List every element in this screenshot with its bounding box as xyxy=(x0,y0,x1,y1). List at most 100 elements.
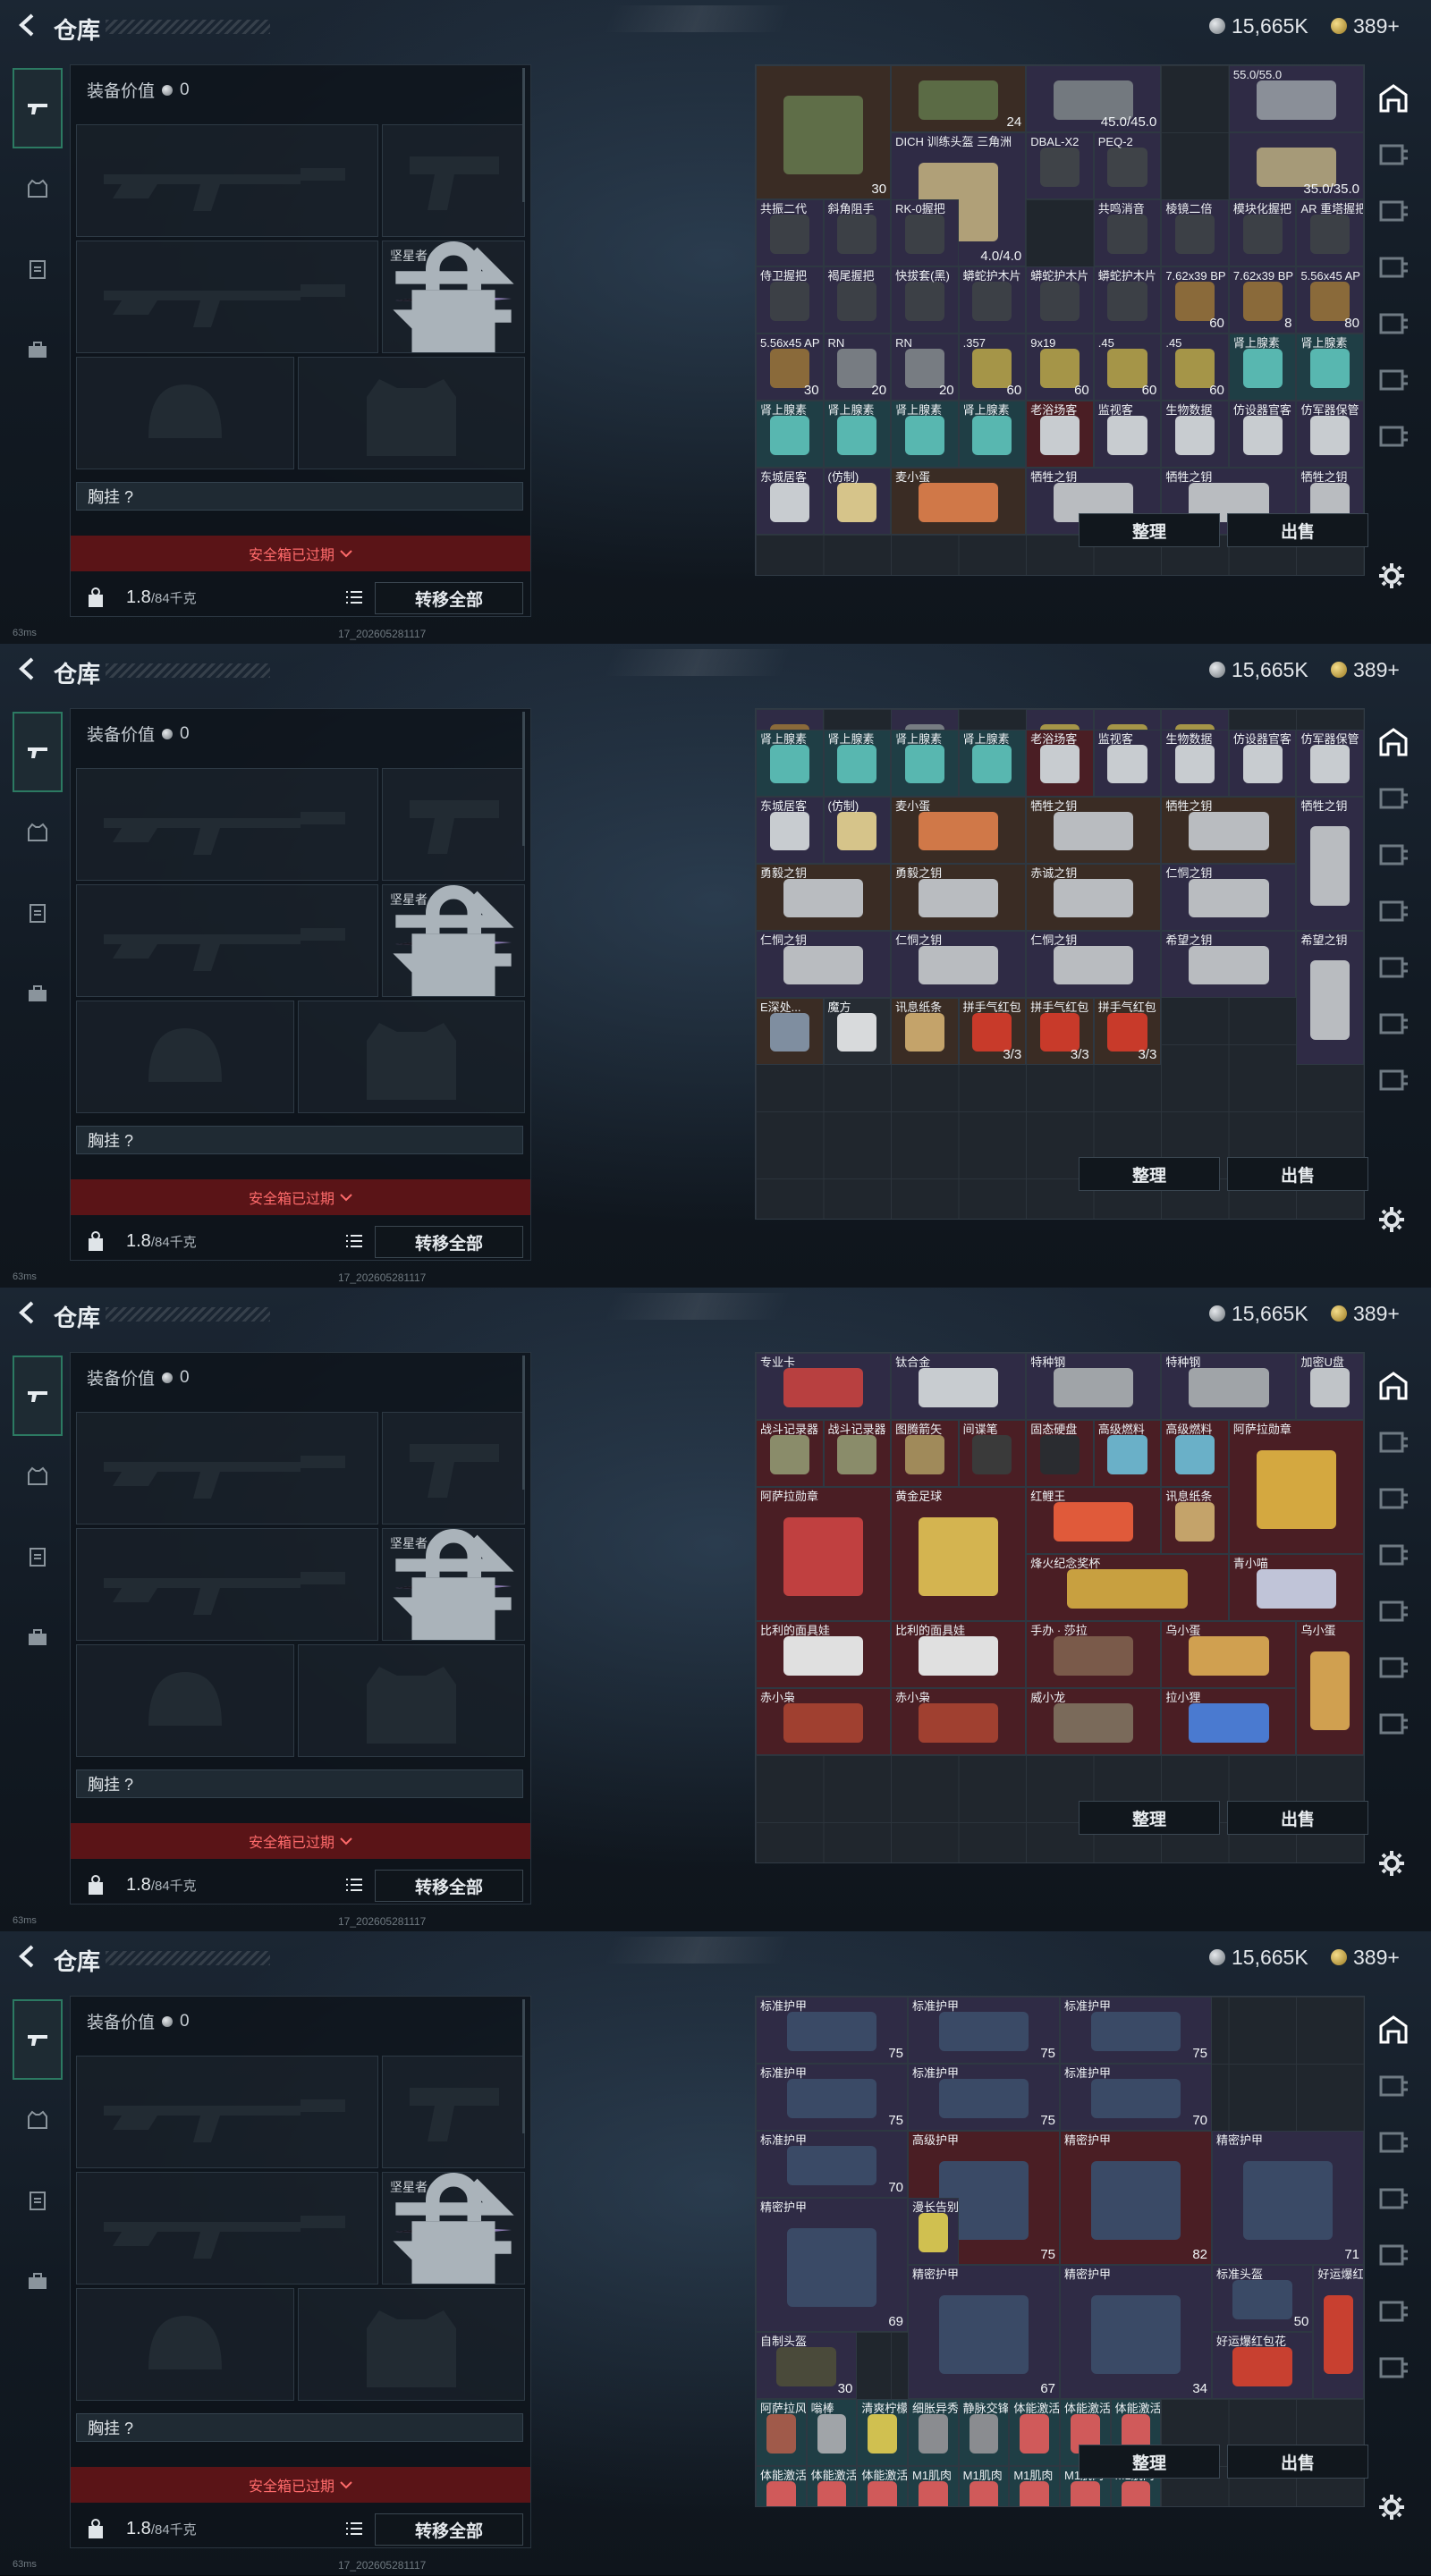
primary-weapon-slot[interactable] xyxy=(76,768,378,881)
inventory-item[interactable]: 嗡棒 xyxy=(806,2399,858,2466)
tab-bags[interactable] xyxy=(13,309,61,390)
chest-rig-slot[interactable]: 胸挂 ? xyxy=(76,1126,523,1154)
inventory-item[interactable]: 7.62x39 BP 60 xyxy=(1161,266,1229,334)
inventory-item[interactable]: 监视客 xyxy=(1093,729,1162,797)
inventory-item[interactable]: .45 60 xyxy=(1161,334,1229,401)
inventory-item[interactable]: 高级燃料 xyxy=(1161,1420,1229,1487)
tab-armor[interactable] xyxy=(13,1436,61,1516)
inventory-item[interactable]: 肾上腺素 xyxy=(1296,334,1364,401)
inventory-item[interactable]: 仁恫之钥 xyxy=(756,930,892,998)
inventory-item[interactable]: 精密护甲 34 xyxy=(1060,2265,1212,2399)
inventory-item[interactable]: 东城居客 xyxy=(756,796,824,864)
equipment-scrollbar[interactable] xyxy=(522,712,525,846)
storage-page-icon[interactable] xyxy=(1376,1706,1411,1742)
gold-currency[interactable]: 389+ xyxy=(1331,1946,1400,1969)
storage-page-icon[interactable] xyxy=(1376,1481,1411,1516)
inventory-item[interactable]: 肾上腺素 xyxy=(958,401,1027,468)
inventory-item[interactable]: 好运爆红... xyxy=(1313,2265,1364,2399)
sell-button[interactable]: 出售 xyxy=(1227,2445,1368,2479)
inventory-item[interactable]: 仿设器官客 xyxy=(1228,729,1297,797)
tab-weapons[interactable] xyxy=(13,68,63,148)
inventory-item[interactable]: 精密护甲 82 xyxy=(1060,2131,1212,2265)
inventory-item[interactable]: 细胀异秀 xyxy=(908,2399,959,2466)
inventory-item[interactable]: 模块化握把 xyxy=(1228,199,1297,266)
inventory-item[interactable]: 体能激活针 xyxy=(806,2466,858,2506)
inventory-item[interactable]: 棱镜二倍 xyxy=(1161,199,1229,266)
inventory-item[interactable]: 拼手气红包 3/3 xyxy=(1093,997,1162,1065)
inventory-item[interactable]: 5.56x45 AP 30 xyxy=(756,334,824,401)
inventory-item[interactable]: 共鸣消音 xyxy=(1093,199,1162,266)
inventory-item[interactable]: PEQ-2 xyxy=(1093,132,1162,199)
inventory-item[interactable]: 生物数据 xyxy=(1161,729,1229,797)
inventory-item[interactable]: 肾上腺素 xyxy=(891,401,959,468)
armor-slot[interactable] xyxy=(298,1644,525,1757)
inventory-item[interactable]: 图腾箭矢 xyxy=(891,1420,959,1487)
secondary-weapon-slot[interactable] xyxy=(76,241,378,353)
helmet-slot[interactable] xyxy=(76,1644,294,1757)
inventory-item[interactable]: 侍卫握把 xyxy=(756,266,824,334)
inventory-item[interactable]: DBAL-X2 xyxy=(1026,132,1094,199)
inventory-item[interactable]: M1肌肉 xyxy=(958,2466,1010,2506)
settings-gear-icon[interactable] xyxy=(1377,2493,1406,2521)
inventory-item[interactable]: 麦小蛋 xyxy=(891,796,1027,864)
storage-page-icon[interactable] xyxy=(1376,418,1411,454)
pistol-slot[interactable] xyxy=(382,124,525,237)
inventory-item[interactable]: 牺牲之钥 xyxy=(1161,796,1297,864)
melee-slot[interactable]: 坚星者 xyxy=(382,2172,525,2285)
storage-page-icon[interactable] xyxy=(1376,2350,1411,2386)
inventory-item[interactable]: E深处... xyxy=(756,997,824,1065)
list-view-button[interactable] xyxy=(341,2515,368,2542)
inventory-item[interactable]: 希望之钥 xyxy=(1296,930,1364,1065)
inventory-item[interactable]: 钛合金 xyxy=(891,1353,1027,1420)
sell-button[interactable]: 出售 xyxy=(1227,1157,1368,1191)
inventory-item[interactable]: 35.0/35.0 xyxy=(1228,132,1364,199)
inventory-item[interactable]: 加密U盘 xyxy=(1296,1353,1364,1420)
transfer-all-button[interactable]: 转移全部 xyxy=(375,1226,523,1258)
inventory-item[interactable]: 肾上腺素 xyxy=(823,401,892,468)
inventory-item[interactable]: 老浴场客 xyxy=(1026,729,1094,797)
gold-currency[interactable]: 389+ xyxy=(1331,658,1400,681)
storage-page-icon[interactable] xyxy=(1376,193,1411,229)
transfer-all-button[interactable]: 转移全部 xyxy=(375,1870,523,1902)
inventory-item[interactable]: 希望之钥 xyxy=(1161,930,1297,998)
inventory-item[interactable]: 仁恫之钥 xyxy=(891,930,1027,998)
pistol-slot[interactable] xyxy=(382,768,525,881)
inventory-item[interactable]: M1肌肉 xyxy=(1009,2466,1060,2506)
inventory-item[interactable]: 拉小狸 xyxy=(1161,1688,1297,1755)
inventory-item[interactable]: 魔方 xyxy=(823,997,892,1065)
inventory-item[interactable]: 勇毅之钥 xyxy=(756,863,892,931)
inventory-item[interactable]: 烽火纪念奖杯 xyxy=(1026,1554,1229,1621)
inventory-item[interactable]: 自制头盔 30 xyxy=(756,2332,858,2399)
inventory-item[interactable]: AR 重塔握把 xyxy=(1296,199,1364,266)
inventory-item[interactable]: 肾上腺素 xyxy=(823,729,892,797)
safe-box-expired-banner[interactable]: 安全箱已过期 xyxy=(71,1179,530,1215)
settings-gear-icon[interactable] xyxy=(1377,1849,1406,1878)
inventory-item[interactable]: 精密护甲 71 xyxy=(1212,2131,1364,2265)
inventory-item[interactable]: 牺牲之钥 xyxy=(1296,796,1364,931)
storage-page-icon[interactable] xyxy=(1376,1062,1411,1098)
storage-page-icon[interactable] xyxy=(1376,1006,1411,1042)
list-view-button[interactable] xyxy=(341,584,368,611)
primary-weapon-slot[interactable] xyxy=(76,124,378,237)
inventory-item[interactable]: 漫长告别 xyxy=(908,2198,959,2265)
sort-button[interactable]: 整理 xyxy=(1079,1801,1220,1835)
tab-weapons[interactable] xyxy=(13,712,63,792)
inventory-item[interactable]: 特种钢 xyxy=(1161,1353,1297,1420)
storage-page-icon[interactable] xyxy=(1376,362,1411,398)
inventory-item[interactable]: 麦小蛋 xyxy=(891,468,1027,535)
inventory-item[interactable]: 战斗记录器 xyxy=(823,1420,892,1487)
back-arrow-icon[interactable] xyxy=(16,656,38,681)
settings-gear-icon[interactable] xyxy=(1377,562,1406,590)
gold-currency[interactable]: 389+ xyxy=(1331,14,1400,38)
inventory-item[interactable]: 仿设器官客 xyxy=(1228,401,1297,468)
inventory-item[interactable]: 仿军器保管 xyxy=(1296,401,1364,468)
equipment-scrollbar[interactable] xyxy=(522,1356,525,1490)
inventory-item[interactable]: 阿萨拉勋章 xyxy=(1228,1420,1364,1554)
chest-rig-slot[interactable]: 胸挂 ? xyxy=(76,2413,523,2442)
inventory-item[interactable]: 45.0/45.0 xyxy=(1026,65,1162,132)
sell-button[interactable]: 出售 xyxy=(1227,513,1368,547)
sort-button[interactable]: 整理 xyxy=(1079,1157,1220,1191)
safe-box-expired-banner[interactable]: 安全箱已过期 xyxy=(71,2467,530,2503)
inventory-item[interactable]: 体能激活针 xyxy=(857,2466,908,2506)
equipment-scrollbar[interactable] xyxy=(522,68,525,202)
